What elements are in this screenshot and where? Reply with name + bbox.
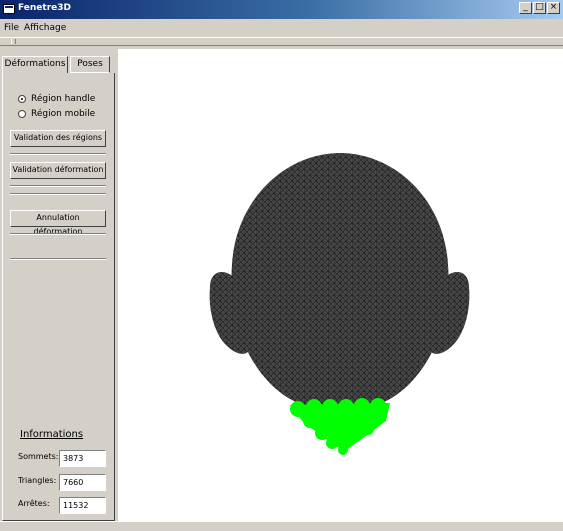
radio-label: Région handle xyxy=(31,94,96,104)
radio-region-handle[interactable]: Région handle xyxy=(18,94,108,106)
arretes-label: Arrêtes: xyxy=(18,499,50,508)
grip-handle-icon xyxy=(11,39,16,44)
validation-regions-button[interactable]: Validation des régions xyxy=(10,130,106,147)
radio-dot-icon xyxy=(18,95,26,103)
menu-file[interactable]: File xyxy=(4,23,19,33)
separator xyxy=(10,193,106,195)
separator xyxy=(10,153,106,155)
window-title: Fenetre3D xyxy=(18,3,71,13)
radio-label: Région mobile xyxy=(31,109,96,119)
handle-region xyxy=(290,398,390,455)
head-mesh xyxy=(231,153,449,412)
3d-viewport[interactable] xyxy=(118,49,563,521)
minimize-button[interactable]: _ xyxy=(519,2,532,14)
toolbar-grip[interactable] xyxy=(0,37,563,46)
close-button[interactable]: × xyxy=(547,2,560,14)
arretes-field[interactable]: 11532 xyxy=(59,497,106,514)
validation-deformation-button[interactable]: Validation déformation xyxy=(10,162,106,179)
maximize-button[interactable]: □ xyxy=(533,2,546,14)
informations-title: Informations xyxy=(20,429,84,440)
separator xyxy=(10,258,106,260)
triangles-field[interactable]: 7660 xyxy=(59,474,106,491)
sommets-field[interactable]: 3873 xyxy=(59,450,106,467)
menu-affichage[interactable]: Affichage xyxy=(24,23,66,33)
tab-poses[interactable]: Poses xyxy=(70,56,110,73)
app-icon xyxy=(3,4,15,14)
status-bar xyxy=(0,521,563,531)
triangles-label: Triangles: xyxy=(18,476,57,485)
radio-region-mobile[interactable]: Région mobile xyxy=(18,109,108,121)
tab-deformations[interactable]: Déformations xyxy=(2,56,68,73)
separator xyxy=(10,185,106,187)
head-mesh-render xyxy=(209,153,470,455)
title-bar: Fenetre3D _ □ × xyxy=(0,0,563,19)
annulation-deformation-button[interactable]: Annulation déformation xyxy=(10,210,106,236)
menu-bar: File Affichage xyxy=(0,20,563,36)
sommets-label: Sommets: xyxy=(18,452,59,461)
radio-dot-icon xyxy=(18,110,26,118)
separator xyxy=(10,233,106,235)
